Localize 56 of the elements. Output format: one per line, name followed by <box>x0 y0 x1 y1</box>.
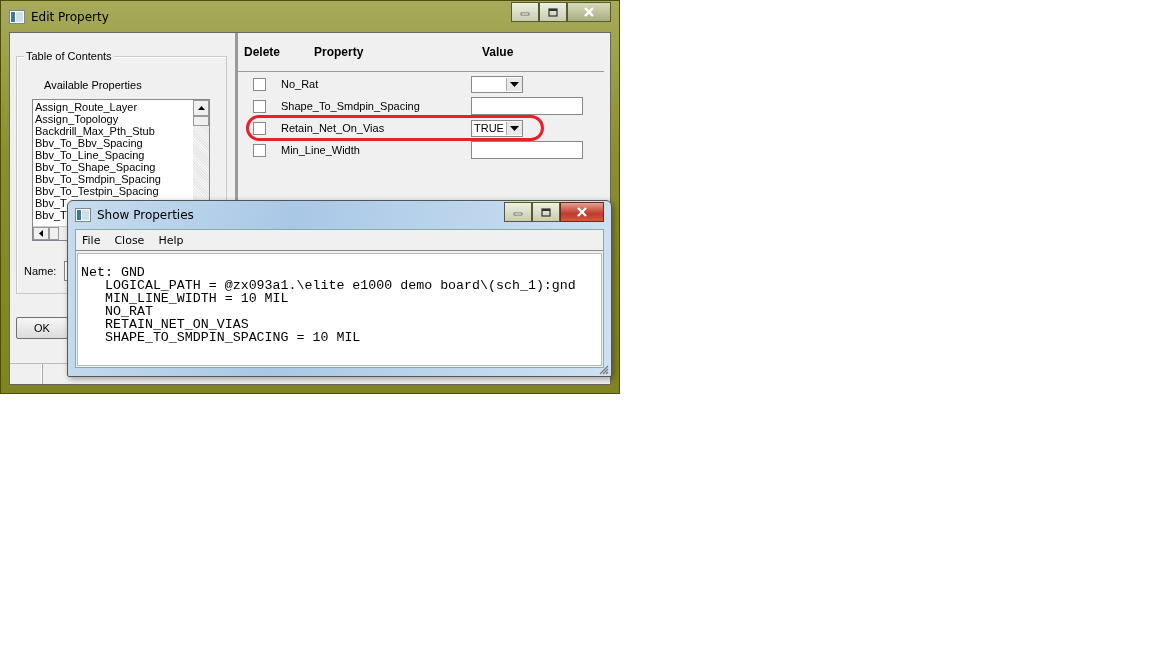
minimize-button[interactable] <box>504 202 532 222</box>
maximize-button[interactable] <box>532 202 560 222</box>
value-dropdown[interactable]: TRUE <box>471 119 523 137</box>
property-line: NO_RAT <box>104 305 154 318</box>
close-icon <box>583 7 595 17</box>
list-item[interactable]: Assign_Topology <box>35 113 119 125</box>
left-arrow-icon <box>38 229 44 238</box>
maximize-icon <box>541 207 551 217</box>
value-field[interactable] <box>471 97 583 115</box>
list-item[interactable]: Bbv_To_Line_Spacing <box>35 149 145 161</box>
property-line: MIN_LINE_WIDTH = 10 MIL <box>104 292 290 305</box>
close-icon <box>576 207 588 217</box>
name-label: Name: <box>24 265 57 277</box>
minimize-button[interactable] <box>511 2 539 22</box>
delete-checkbox[interactable] <box>253 99 266 113</box>
list-label: Available Properties <box>43 79 143 93</box>
property-name: Shape_To_Smdpin_Spacing <box>281 100 421 112</box>
caret-icon <box>510 125 519 131</box>
ok-button[interactable]: OK <box>16 317 68 339</box>
column-header: Delete <box>244 45 282 59</box>
close-button[interactable] <box>567 2 611 22</box>
property-line: LOGICAL_PATH = @zx093a1.\elite e1000 demo board\(sch_1):gnd <box>104 279 577 292</box>
property-name: Retain_Net_On_Vias <box>281 122 386 134</box>
scroll-thumb[interactable] <box>193 116 209 126</box>
window-title: Show Properties <box>97 208 194 222</box>
up-arrow-icon <box>196 105 206 111</box>
list-item[interactable]: Bbv_To_Bbv_Spacing <box>35 137 143 149</box>
list-item[interactable]: Assign_Route_Layer <box>35 101 138 113</box>
column-header: Property <box>314 45 365 59</box>
window-icon <box>75 208 91 222</box>
delete-checkbox[interactable] <box>253 77 266 91</box>
window-title: Edit Property <box>31 9 109 24</box>
list-item[interactable]: Bbv_T <box>35 209 67 221</box>
net-line: Net: GND <box>81 266 146 279</box>
property-line: SHAPE_TO_SMDPIN_SPACING = 10 MIL <box>104 331 362 344</box>
maximize-icon <box>548 7 558 17</box>
property-name: No_Rat <box>281 78 320 90</box>
resize-grip-icon[interactable] <box>598 364 609 375</box>
list-item[interactable]: Bbv_To_Smdpin_Spacing <box>35 173 161 185</box>
list-item[interactable]: Bbv_To_Testpin_Spacing <box>35 185 159 197</box>
list-item[interactable]: Bbv_T <box>35 197 67 209</box>
group-title: Table of Contents <box>24 50 114 62</box>
value-dropdown[interactable] <box>471 75 523 93</box>
list-item[interactable]: Bbv_To_Shape_Spacing <box>35 161 156 173</box>
list-item[interactable]: Backdrill_Max_Pth_Stub <box>35 125 155 137</box>
maximize-button[interactable] <box>539 2 567 22</box>
property-name: Min_Line_Width <box>281 144 361 156</box>
close-button[interactable] <box>560 202 604 222</box>
value-field[interactable] <box>471 141 583 159</box>
column-header: Value <box>482 45 514 59</box>
caret-icon <box>510 81 519 87</box>
window-icon <box>9 9 25 24</box>
delete-checkbox[interactable] <box>253 143 266 157</box>
delete-checkbox[interactable] <box>253 121 266 135</box>
scroll-thumb[interactable] <box>49 227 59 240</box>
property-line: RETAIN_NET_ON_VIAS <box>104 318 250 331</box>
